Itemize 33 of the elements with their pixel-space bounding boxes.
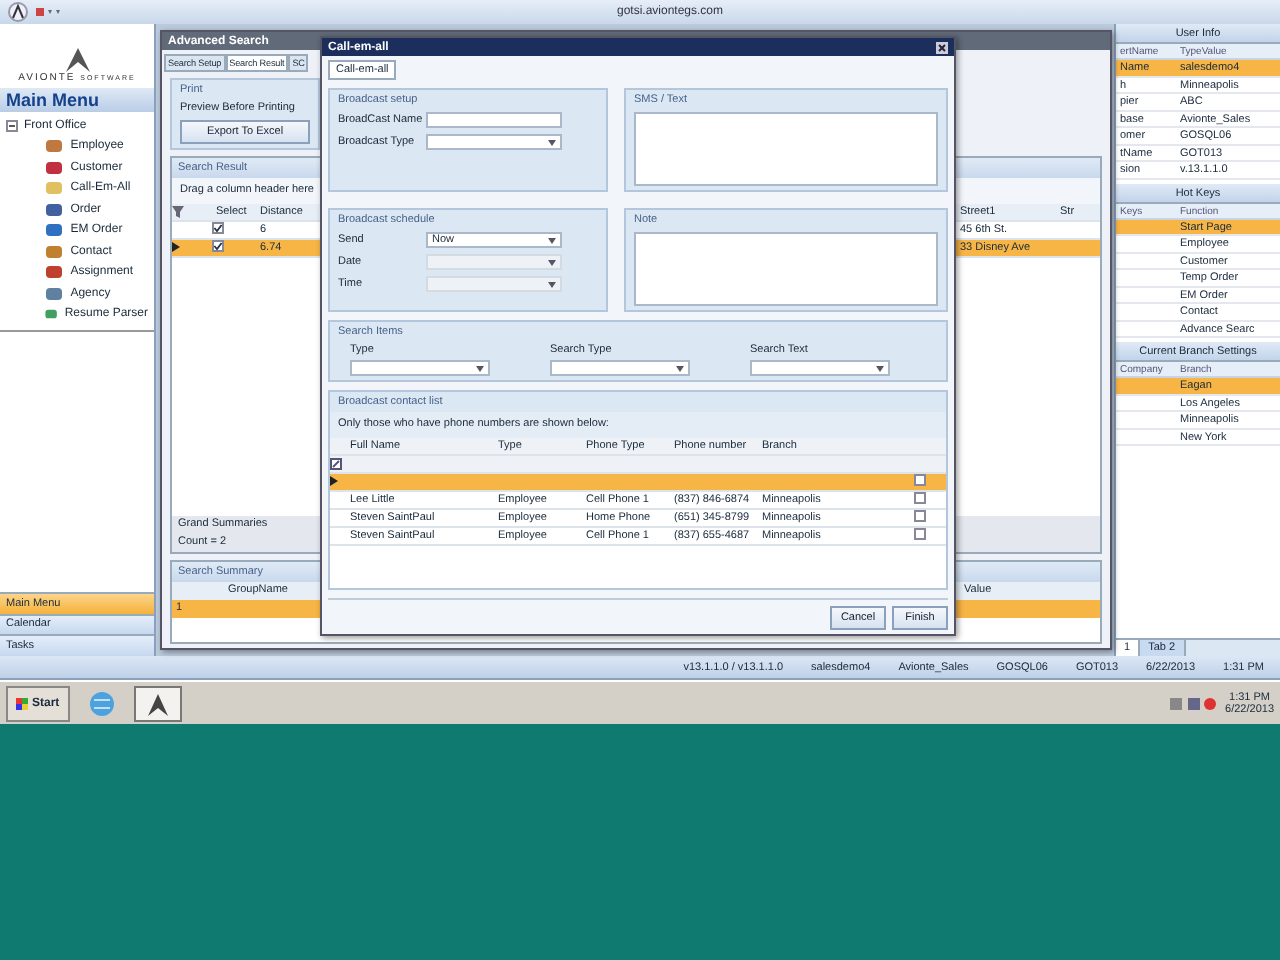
checkbox[interactable] (212, 240, 224, 252)
quick-access-icon[interactable] (36, 6, 60, 18)
menu-title: Main Menu (0, 87, 154, 112)
caret-icon (876, 365, 884, 371)
checkbox[interactable] (914, 510, 926, 522)
app-logo-icon (145, 691, 170, 715)
app-logo-icon[interactable] (8, 2, 28, 22)
checkbox[interactable] (212, 222, 224, 234)
checkbox[interactable] (914, 474, 926, 486)
text-area[interactable] (634, 112, 938, 186)
dropdown[interactable] (350, 360, 490, 376)
row-pointer-icon (330, 475, 338, 485)
dropdown[interactable] (426, 134, 562, 150)
dropdown[interactable] (550, 360, 690, 376)
checkbox[interactable] (914, 492, 926, 504)
logo-icon (61, 47, 93, 72)
table-cell (1116, 378, 1176, 395)
tray-icons[interactable] (1169, 695, 1218, 711)
text-area[interactable] (634, 232, 938, 306)
dropdown[interactable] (750, 360, 890, 376)
checkbox[interactable] (914, 528, 926, 540)
filter-icon[interactable] (330, 458, 342, 470)
close-icon[interactable] (936, 41, 948, 53)
caret-icon (476, 365, 484, 371)
input-field[interactable] (426, 112, 562, 128)
globe-icon (87, 689, 116, 717)
windows-logo-icon (16, 697, 28, 709)
caret-icon (548, 281, 556, 287)
caret-icon (676, 365, 684, 371)
row-pointer-icon (172, 241, 180, 251)
collapse-icon[interactable] (6, 119, 18, 132)
caret-icon (548, 139, 556, 145)
taskbar-button[interactable] (133, 685, 182, 721)
